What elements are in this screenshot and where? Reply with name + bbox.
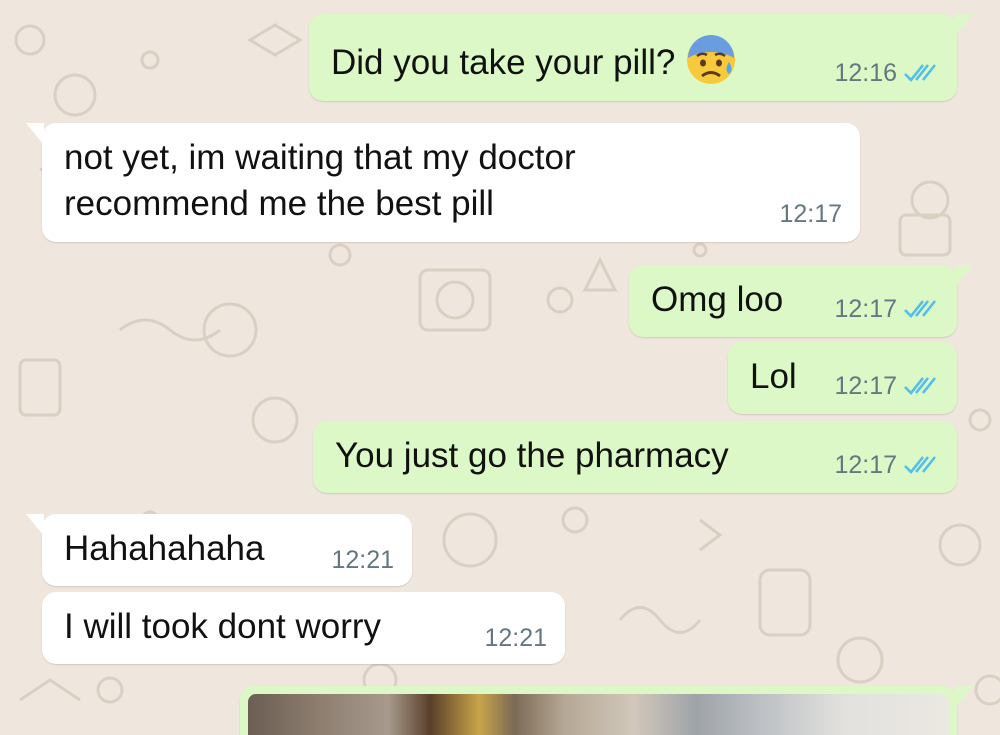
image-attachment[interactable] [248, 694, 949, 735]
message-meta: 12:17 [834, 372, 939, 400]
message-text-line: recommend me the best pill [64, 184, 494, 223]
message-text: You just go the pharmacy [335, 436, 729, 475]
message-outgoing[interactable]: Did you take your pill? 12:16 [309, 14, 973, 101]
message-text: Did you take your pill? [331, 32, 739, 88]
message-outgoing[interactable]: Omg loo 12:17 [629, 265, 973, 337]
message-text: Hahahahaha [64, 529, 265, 568]
message-meta: 12:21 [331, 546, 394, 574]
message-time: 12:17 [834, 451, 897, 479]
message-text: not yet, im waiting that my doctor recom… [64, 135, 576, 227]
message-outgoing[interactable]: Lol 12:17 [728, 342, 957, 414]
double-check-icon [904, 456, 937, 474]
message-text: Omg loo [651, 280, 784, 319]
message-meta: 12:17 [834, 451, 939, 479]
message-meta: 12:17 [834, 295, 939, 323]
message-meta: 12:21 [484, 624, 547, 652]
message-incoming[interactable]: I will took dont worry 12:21 [42, 592, 565, 664]
message-outgoing-image[interactable] [240, 686, 973, 735]
message-text-content: Did you take your pill? [331, 43, 676, 82]
message-time: 12:17 [834, 295, 897, 323]
double-check-icon [904, 64, 937, 82]
message-time: 12:21 [331, 546, 394, 574]
message-time: 12:17 [834, 372, 897, 400]
double-check-icon [904, 300, 937, 318]
anxious-face-with-sweat-icon [683, 32, 739, 88]
message-incoming[interactable]: Hahahahaha 12:21 [26, 514, 412, 586]
message-incoming[interactable]: not yet, im waiting that my doctor recom… [26, 123, 860, 242]
message-outgoing[interactable]: You just go the pharmacy 12:17 [313, 421, 957, 493]
message-meta: 12:16 [834, 59, 939, 87]
message-time: 12:16 [834, 59, 897, 87]
message-text: I will took dont worry [64, 607, 382, 646]
double-check-icon [904, 377, 937, 395]
message-text: Lol [750, 357, 797, 396]
message-time: 12:21 [484, 624, 547, 652]
message-time: 12:17 [779, 200, 842, 228]
message-text-line: not yet, im waiting that my doctor [64, 138, 576, 177]
message-meta: 12:17 [779, 200, 842, 228]
